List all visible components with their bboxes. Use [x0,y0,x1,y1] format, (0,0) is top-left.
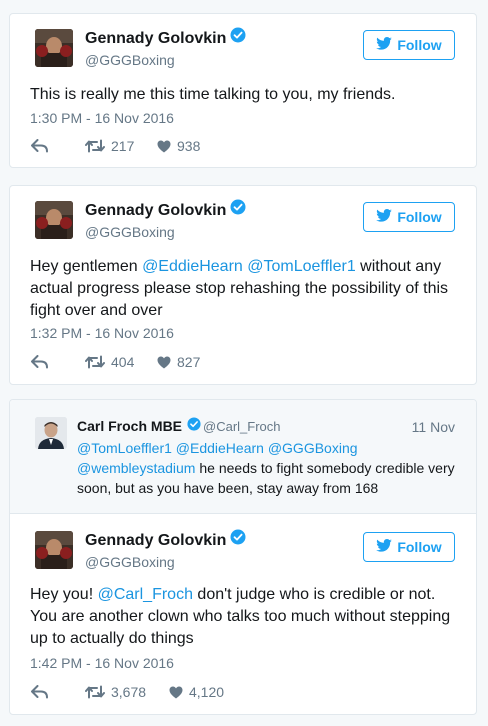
reply-button[interactable] [31,355,85,369]
retweet-count: 217 [111,138,135,154]
heart-icon [157,140,171,153]
mention-link[interactable]: @TomLoeffler1 [247,258,355,275]
display-name[interactable]: Gennady Golovkin [85,199,246,220]
verified-badge-icon [187,417,201,434]
tweet-card: Carl Froch MBE @Carl_Froch 11 Nov @TomLoe… [9,399,477,715]
retweet-icon [85,355,105,369]
quoted-tweet[interactable]: Carl Froch MBE @Carl_Froch 11 Nov @TomLoe… [10,400,476,514]
like-count: 827 [177,354,201,370]
tweet-timestamp[interactable]: 1:32 PM - 16 Nov 2016 [30,325,174,341]
reply-icon [31,685,48,699]
retweet-icon [85,685,105,699]
display-name-text[interactable]: Carl Froch MBE [77,418,182,434]
tweet: Gennady Golovkin @GGGBoxing Follow This … [10,14,476,167]
reply-button[interactable] [31,685,85,699]
quoted-text: @TomLoeffler1 @EddieHearn @GGGBoxing @we… [77,438,456,498]
follow-button[interactable]: Follow [363,532,455,562]
like-button[interactable]: 4,120 [169,684,224,700]
retweet-button[interactable]: 3,678 [85,684,169,700]
twitter-bird-icon [376,539,393,555]
tweet: Gennady Golovkin @GGGBoxing Follow Hey y… [10,514,476,716]
avatar[interactable] [35,29,73,67]
mention-link[interactable]: @EddieHearn [142,258,243,275]
tweet-actions: 217 938 [31,138,200,154]
retweet-count: 404 [111,354,135,370]
tweet-timestamp[interactable]: 1:42 PM - 16 Nov 2016 [30,655,174,671]
tweet-card: Gennady Golovkin @GGGBoxing Follow This … [9,13,477,168]
verified-badge-icon [230,529,246,550]
follow-label: Follow [397,539,442,555]
display-name-text[interactable]: Gennady Golovkin [85,532,226,549]
twitter-bird-icon [376,209,393,225]
tweet-text: Hey gentlemen @EddieHearn @TomLoeffler1 … [30,256,458,322]
text-segment: Hey you! [30,586,98,603]
follow-label: Follow [397,209,442,225]
avatar[interactable] [35,531,73,569]
follow-button[interactable]: Follow [363,202,455,232]
follow-button[interactable]: Follow [363,30,455,60]
retweet-button[interactable]: 217 [85,138,157,154]
user-handle[interactable]: @Carl_Froch [203,419,281,434]
tweet-text: This is really me this time talking to y… [30,86,396,103]
mention-link[interactable]: @wembleystadium [77,460,195,476]
reply-icon [31,139,48,153]
heart-icon [157,356,171,369]
avatar[interactable] [35,201,73,239]
like-count: 4,120 [189,684,225,700]
reply-button[interactable] [31,139,85,153]
twitter-bird-icon [376,37,393,53]
quoted-author[interactable]: Carl Froch MBE @Carl_Froch [77,417,281,434]
heart-icon [169,686,183,699]
display-name-text[interactable]: Gennady Golovkin [85,202,226,219]
mention-link[interactable]: @TomLoeffler1 [77,440,172,456]
avatar[interactable] [35,417,67,449]
tweet-timestamp[interactable]: 1:30 PM - 16 Nov 2016 [30,110,174,126]
display-name[interactable]: Gennady Golovkin [85,529,246,550]
follow-label: Follow [397,37,442,53]
quoted-date[interactable]: 11 Nov [412,419,455,435]
tweet: Gennady Golovkin @GGGBoxing Follow Hey g… [10,186,476,384]
display-name-text[interactable]: Gennady Golovkin [85,30,226,47]
tweet-text: Hey you! @Carl_Froch don't judge who is … [30,584,458,650]
verified-badge-icon [230,27,246,48]
like-button[interactable]: 938 [157,138,200,154]
tweet-actions: 404 827 [31,354,200,370]
text-segment: Hey gentlemen [30,258,143,275]
user-handle[interactable]: @GGGBoxing [85,52,175,68]
tweet-card: Gennady Golovkin @GGGBoxing Follow Hey g… [9,185,477,385]
reply-icon [31,355,48,369]
retweet-count: 3,678 [111,684,147,700]
display-name[interactable]: Gennady Golovkin [85,27,246,48]
like-count: 938 [177,138,201,154]
verified-badge-icon [230,199,246,220]
mention-link[interactable]: @Carl_Froch [98,586,193,603]
retweet-icon [85,139,105,153]
retweet-button[interactable]: 404 [85,354,157,370]
user-handle[interactable]: @GGGBoxing [85,224,175,240]
mention-link[interactable]: @GGGBoxing [268,440,358,456]
tweet-actions: 3,678 4,120 [31,684,224,700]
like-button[interactable]: 827 [157,354,200,370]
mention-link[interactable]: @EddieHearn [176,440,264,456]
user-handle[interactable]: @GGGBoxing [85,554,175,570]
